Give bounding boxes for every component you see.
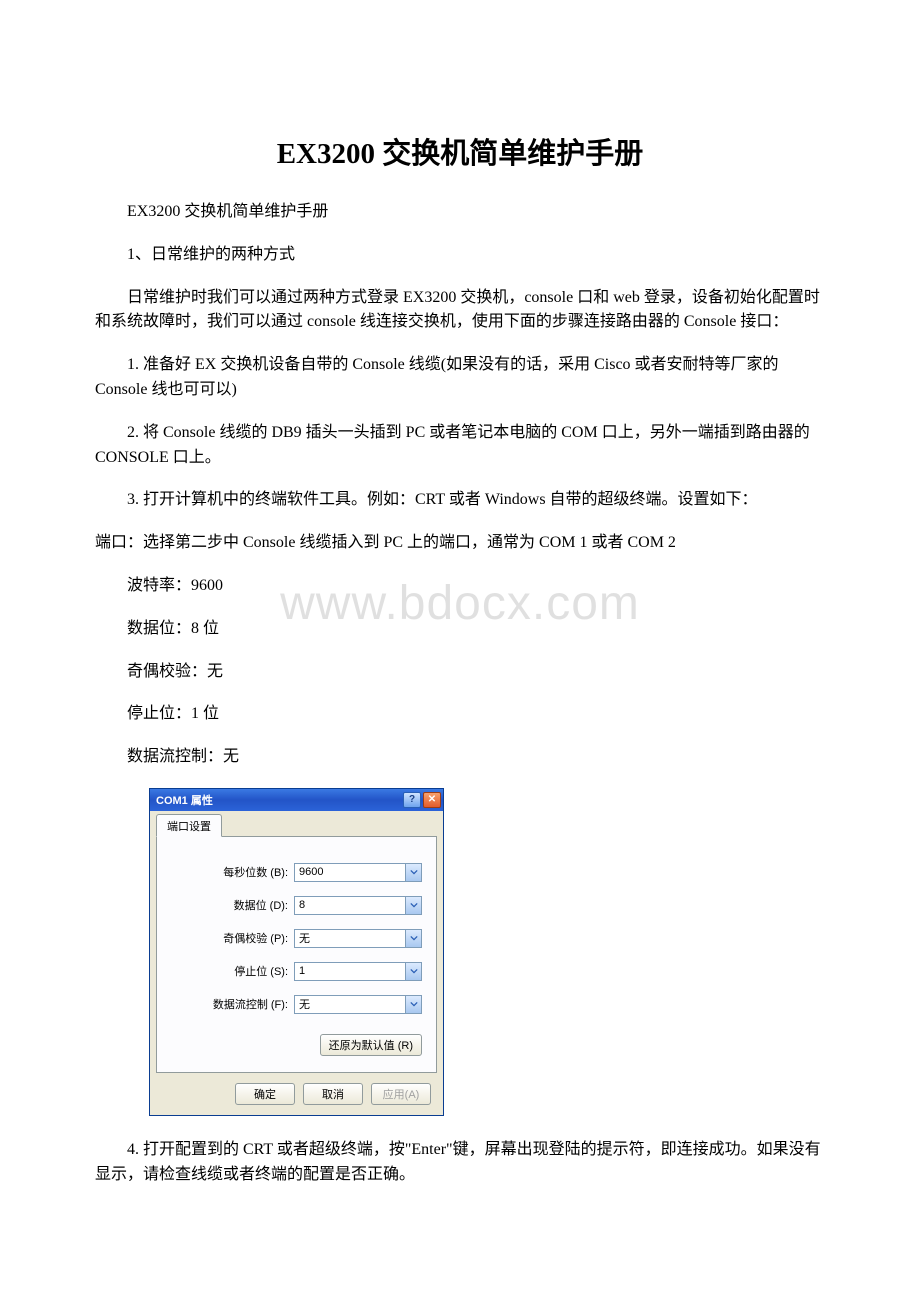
combo-parity-value: 无 xyxy=(295,930,405,946)
setting-flowctrl: 数据流控制：无 xyxy=(95,745,825,770)
dialog-title: COM1 属性 xyxy=(156,792,213,808)
help-button[interactable]: ? xyxy=(403,792,421,808)
chevron-down-icon[interactable] xyxy=(405,996,421,1013)
chevron-down-icon[interactable] xyxy=(405,864,421,881)
cancel-button[interactable]: 取消 xyxy=(303,1083,363,1105)
combo-stopbits-value: 1 xyxy=(295,965,405,977)
label-stopbits: 停止位 (S): xyxy=(184,963,294,979)
close-button[interactable]: ✕ xyxy=(423,792,441,808)
field-row-bps: 每秒位数 (B): 9600 xyxy=(171,863,422,882)
combo-flow-value: 无 xyxy=(295,996,405,1012)
page-title: EX3200 交换机简单维护手册 xyxy=(95,130,825,172)
ok-button[interactable]: 确定 xyxy=(235,1083,295,1105)
combo-bps[interactable]: 9600 xyxy=(294,863,422,882)
restore-defaults-button[interactable]: 还原为默认值 (R) xyxy=(320,1034,422,1056)
tab-panel: 每秒位数 (B): 9600 数据位 (D): 8 xyxy=(156,837,437,1073)
step-3: 3. 打开计算机中的终端软件工具。例如：CRT 或者 Windows 自带的超级… xyxy=(95,488,825,513)
label-flow: 数据流控制 (F): xyxy=(184,996,294,1012)
field-row-databits: 数据位 (D): 8 xyxy=(171,896,422,915)
chevron-down-icon[interactable] xyxy=(405,930,421,947)
field-row-stopbits: 停止位 (S): 1 xyxy=(171,962,422,981)
chevron-down-icon[interactable] xyxy=(405,897,421,914)
paragraph-intro: 日常维护时我们可以通过两种方式登录 EX3200 交换机，console 口和 … xyxy=(95,286,825,336)
label-databits: 数据位 (D): xyxy=(184,897,294,913)
field-row-flow: 数据流控制 (F): 无 xyxy=(171,995,422,1014)
setting-baud: 波特率：9600 xyxy=(95,574,825,599)
com-properties-dialog: COM1 属性 ? ✕ 端口设置 每秒位数 (B): 9600 xyxy=(149,788,444,1116)
apply-button[interactable]: 应用(A) xyxy=(371,1083,431,1105)
combo-parity[interactable]: 无 xyxy=(294,929,422,948)
field-row-parity: 奇偶校验 (P): 无 xyxy=(171,929,422,948)
label-bps: 每秒位数 (B): xyxy=(184,864,294,880)
combo-databits[interactable]: 8 xyxy=(294,896,422,915)
step-1: 1. 准备好 EX 交换机设备自带的 Console 线缆(如果没有的话，采用 … xyxy=(95,353,825,403)
step-4: 4. 打开配置到的 CRT 或者超级终端，按"Enter"键，屏幕出现登陆的提示… xyxy=(95,1138,825,1188)
combo-bps-value: 9600 xyxy=(295,866,405,878)
combo-flow[interactable]: 无 xyxy=(294,995,422,1014)
dialog-titlebar[interactable]: COM1 属性 ? ✕ xyxy=(150,789,443,811)
setting-databits: 数据位：8 位 xyxy=(95,617,825,642)
setting-port: 端口：选择第二步中 Console 线缆插入到 PC 上的端口，通常为 COM … xyxy=(95,531,825,556)
combo-databits-value: 8 xyxy=(295,899,405,911)
section-heading-1: 1、日常维护的两种方式 xyxy=(95,243,825,268)
tab-strip: 端口设置 xyxy=(156,815,437,837)
label-parity: 奇偶校验 (P): xyxy=(184,930,294,946)
combo-stopbits[interactable]: 1 xyxy=(294,962,422,981)
chevron-down-icon[interactable] xyxy=(405,963,421,980)
setting-parity: 奇偶校验：无 xyxy=(95,660,825,685)
step-2: 2. 将 Console 线缆的 DB9 插头一头插到 PC 或者笔记本电脑的 … xyxy=(95,421,825,471)
tab-port-settings[interactable]: 端口设置 xyxy=(156,814,222,837)
setting-stopbits: 停止位：1 位 xyxy=(95,702,825,727)
doc-subtitle: EX3200 交换机简单维护手册 xyxy=(95,200,825,225)
